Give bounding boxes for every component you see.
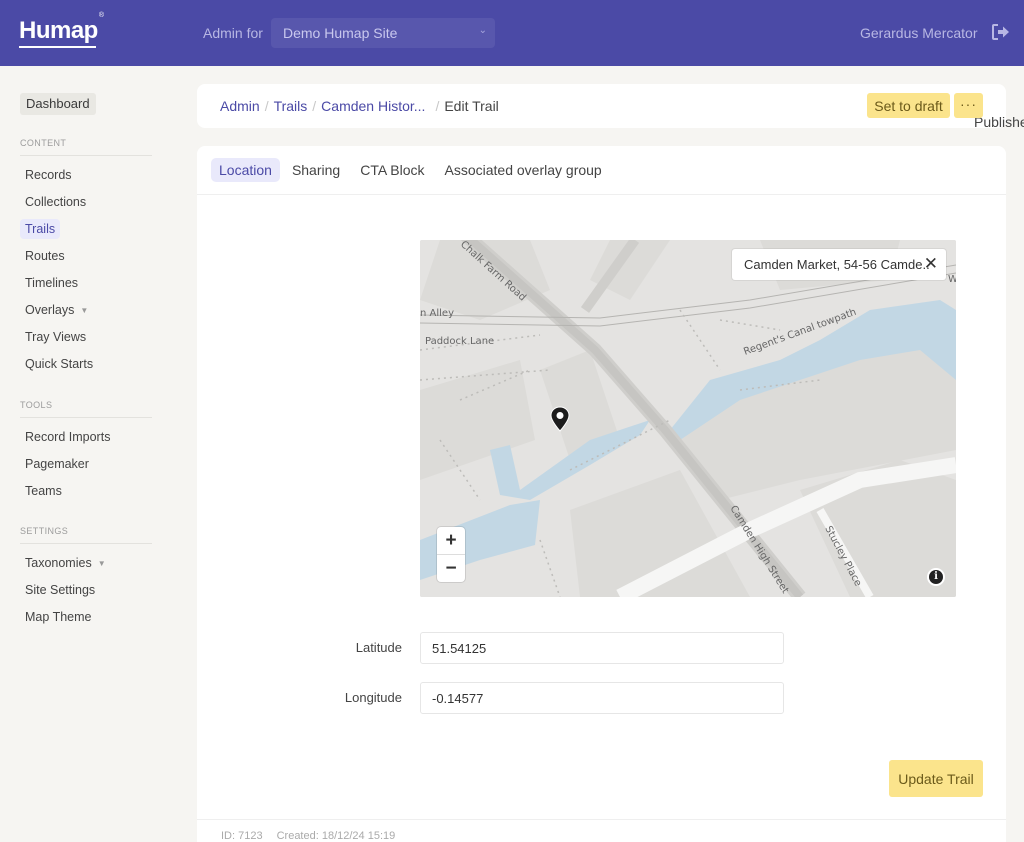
map-tiles: Chalk Farm Road n Alley Paddock Lane Reg…: [420, 240, 956, 597]
site-select[interactable]: Demo Humap Site ⌄: [271, 18, 495, 48]
latitude-label: Latitude: [355, 640, 402, 655]
sidebar-item-record-imports[interactable]: Record Imports: [20, 427, 115, 447]
zoom-in-button[interactable]: +: [437, 527, 465, 554]
sidebar-item-label: Record Imports: [25, 430, 111, 444]
sidebar-item-map-theme[interactable]: Map Theme: [20, 607, 96, 627]
admin-for-label: Admin for: [203, 25, 263, 41]
tab-cta-block[interactable]: CTA Block: [352, 158, 432, 182]
update-trail-button[interactable]: Update Trail: [889, 760, 983, 797]
map-label: Paddock Lane: [425, 336, 494, 347]
sidebar-item-routes[interactable]: Routes: [20, 246, 70, 266]
top-bar: Humap® Admin for Demo Humap Site ⌄ Gerar…: [0, 0, 1024, 66]
sidebar-item-timelines[interactable]: Timelines: [20, 273, 83, 293]
caret-down-icon: ▼: [80, 306, 89, 315]
sidebar-item-label: Taxonomies: [25, 556, 92, 570]
more-options-button[interactable]: ···: [954, 93, 983, 118]
record-created: Created: 18/12/24 15:19: [276, 830, 396, 842]
map-label: Wa: [948, 274, 956, 285]
sidebar-item-overlays[interactable]: Overlays ▼: [20, 300, 93, 320]
location-map[interactable]: Chalk Farm Road n Alley Paddock Lane Reg…: [420, 240, 956, 597]
breadcrumb-trails[interactable]: Trails: [274, 98, 308, 114]
sidebar-item-teams[interactable]: Teams: [20, 481, 67, 501]
longitude-label: Longitude: [344, 690, 402, 705]
breadcrumb-separator: /: [312, 98, 317, 114]
breadcrumb-current: Edit Trail: [444, 98, 499, 114]
record-meta: ID: 7123 Created: 18/12/24 15:19: [221, 830, 395, 842]
divider: [20, 543, 152, 544]
sidebar-item-label: Timelines: [25, 276, 79, 290]
sidebar-item-taxonomies[interactable]: Taxonomies ▼: [20, 553, 111, 573]
sidebar-item-label: Collections: [25, 195, 87, 209]
tab-location[interactable]: Location: [211, 158, 280, 182]
map-zoom-control: + −: [437, 527, 465, 582]
longitude-input[interactable]: [420, 682, 784, 714]
logo-underline: [19, 46, 96, 48]
sidebar-item-collections[interactable]: Collections: [20, 192, 91, 212]
info-icon: i: [929, 570, 943, 584]
breadcrumb-trail-name[interactable]: Camden Histor...: [321, 98, 425, 114]
sidebar-item-label: Map Theme: [25, 610, 92, 624]
zoom-out-button[interactable]: −: [437, 555, 465, 582]
sidebar-item-tray-views[interactable]: Tray Views: [20, 327, 91, 347]
close-icon[interactable]: ✕: [924, 254, 938, 274]
chevron-down-icon: ⌄: [478, 25, 487, 36]
site-select-value: Demo Humap Site: [283, 25, 398, 41]
caret-down-icon: ▼: [97, 559, 106, 568]
sidebar-item-label: Tray Views: [25, 330, 87, 344]
humap-logo[interactable]: Humap®: [19, 12, 104, 48]
sidebar-item-trails[interactable]: Trails: [20, 219, 61, 239]
sidebar-item-label: Site Settings: [25, 583, 96, 597]
divider: [20, 155, 152, 156]
sidebar-item-label: Trails: [25, 222, 56, 236]
breadcrumb-separator: /: [264, 98, 269, 114]
search-result-text: Camden Market, 54-56 Camde..: [744, 257, 930, 272]
sidebar-item-label: Quick Starts: [25, 357, 94, 371]
sidebar-item-records[interactable]: Records: [20, 165, 77, 185]
record-id: ID: 7123: [221, 830, 263, 842]
user-name[interactable]: Gerardus Mercator: [860, 25, 977, 41]
registered-mark: ®: [98, 12, 104, 19]
set-to-draft-button[interactable]: Set to draft: [867, 93, 950, 118]
section-title-tools: TOOLS: [20, 400, 53, 410]
breadcrumb-separator: /: [435, 98, 440, 114]
sidebar-item-label: Records: [25, 168, 72, 182]
sidebar-item-dashboard[interactable]: Dashboard: [20, 93, 96, 115]
logout-icon[interactable]: [991, 23, 1011, 41]
map-label: n Alley: [420, 308, 454, 319]
sidebar-item-quick-starts[interactable]: Quick Starts: [20, 354, 98, 374]
divider: [197, 819, 1006, 820]
latitude-input[interactable]: [420, 632, 784, 664]
section-title-settings: SETTINGS: [20, 526, 69, 536]
divider: [20, 417, 152, 418]
sidebar-item-pagemaker[interactable]: Pagemaker: [20, 454, 94, 474]
map-marker-icon[interactable]: [550, 406, 570, 432]
sidebar-item-label: Pagemaker: [25, 457, 89, 471]
breadcrumb-admin[interactable]: Admin: [220, 98, 260, 114]
breadcrumb: Admin / Trails / Camden Histor... / Edit Trail: [220, 98, 499, 114]
tab-bar: Location Sharing CTA Block Associated ov…: [211, 158, 610, 182]
logo-text: Humap: [19, 17, 98, 44]
tab-associated-overlay-group[interactable]: Associated overlay group: [437, 158, 610, 182]
sidebar: Dashboard CONTENT Records Collections Tr…: [0, 66, 196, 842]
map-search-result[interactable]: Camden Market, 54-56 Camde.. ✕: [732, 249, 946, 280]
sidebar-item-label: Routes: [25, 249, 65, 263]
tab-sharing[interactable]: Sharing: [284, 158, 348, 182]
section-title-content: CONTENT: [20, 138, 67, 148]
sidebar-item-label: Overlays: [25, 303, 75, 317]
sidebar-item-site-settings[interactable]: Site Settings: [20, 580, 100, 600]
divider: [197, 194, 1006, 195]
sidebar-item-label: Teams: [25, 484, 62, 498]
map-attribution-button[interactable]: i: [927, 568, 945, 586]
